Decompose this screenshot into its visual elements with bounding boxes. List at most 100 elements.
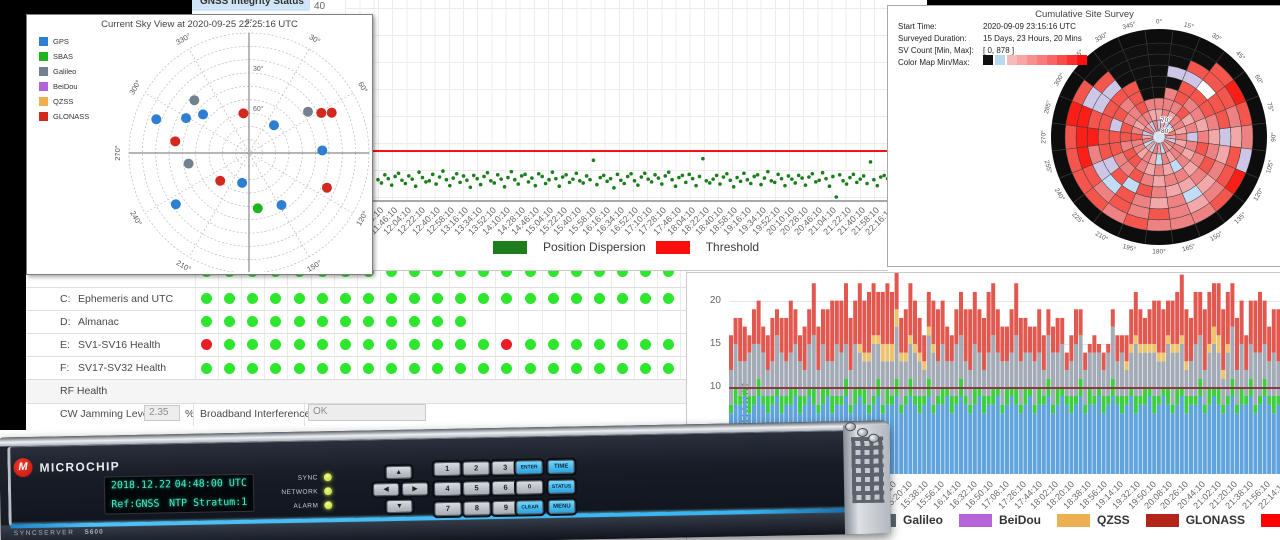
y-tick-label: 20 (709, 294, 721, 306)
digit-1-button[interactable]: 1 (433, 461, 461, 477)
survey-cell (1097, 128, 1110, 146)
status-dot-ok (339, 293, 351, 304)
bar-segment-glonass (954, 309, 959, 344)
table-column-line (518, 260, 520, 379)
bar-segment-sbas (1258, 395, 1262, 405)
menu-button[interactable]: MENU (548, 499, 576, 515)
bar-segment-galileo (926, 335, 931, 379)
bar-segment-sbas (798, 395, 802, 414)
digit-2-button[interactable]: 2 (462, 461, 490, 476)
0-button[interactable]: 0 (515, 480, 544, 495)
bar-segment-glonass (908, 283, 913, 336)
bar-segment-qzss (1161, 352, 1166, 362)
bar-segment-gps (977, 395, 982, 474)
bar-segment-glonass (779, 317, 784, 353)
digit-8-button[interactable]: 8 (463, 501, 491, 516)
bar-segment-gps (1087, 404, 1092, 474)
bar-segment-galileo (821, 343, 825, 388)
digit-4-button[interactable]: 4 (433, 481, 462, 497)
color-map-step (1007, 55, 1017, 65)
bar-segment-glonass (871, 283, 876, 336)
elevation-tick-label: 30° (253, 65, 264, 73)
enter-button[interactable]: ENTER (515, 460, 543, 475)
dispersion-point (666, 170, 671, 174)
bar-segment-galileo (779, 352, 784, 396)
bar-segment-glonass (899, 317, 904, 353)
bar-segment-galileo (1138, 352, 1143, 396)
survey-azimuth-label: 180° (1152, 248, 1166, 256)
bar-segment-glonass (848, 317, 853, 370)
bar-segment-sbas (917, 395, 922, 414)
dispersion-point (725, 171, 729, 176)
clear-button[interactable]: CLEAR (516, 500, 544, 515)
status-button[interactable]: STATUS (547, 479, 576, 495)
status-dot-ok (362, 293, 374, 304)
status-dot-ok (270, 339, 282, 350)
bar-segment-galileo (747, 352, 752, 396)
bar-segment-sbas (1074, 395, 1078, 405)
bar-segment-sbas (968, 404, 973, 414)
bar-segment-gps (1069, 413, 1074, 474)
survey-cell (1150, 75, 1168, 88)
bar-segment-gps (1060, 395, 1065, 474)
dispersion-point (649, 180, 654, 184)
bar-segment-glonass (949, 335, 954, 362)
dispersion-point (769, 179, 774, 183)
sky-legend-label: QZSS (53, 97, 74, 106)
status-dot-ok (201, 362, 213, 374)
bar-segment-galileo (917, 361, 922, 396)
cw-jamming-value-input[interactable]: 2.35 (144, 405, 180, 421)
dispersion-point (437, 175, 442, 179)
bar-segment-sbas (913, 395, 917, 405)
bar-segment-sbas (1120, 395, 1124, 414)
bar-segment-glonass (972, 291, 977, 344)
arrow-up-button[interactable]: ▲ (385, 465, 412, 480)
bar-segment-glonass (1018, 317, 1023, 362)
dispersion-point (612, 186, 616, 190)
dispersion-point (755, 173, 760, 177)
bar-segment-sbas (1175, 387, 1180, 405)
bar-segment-glonass (1138, 309, 1143, 344)
digit-7-button[interactable]: 7 (434, 501, 462, 517)
qzss-swatch (1057, 513, 1091, 527)
dispersion-point (701, 156, 705, 161)
dispersion-point (875, 183, 880, 188)
dispersion-point (660, 182, 664, 186)
dispersion-point (697, 174, 702, 179)
dispersion-point (403, 181, 408, 186)
site-survey-panel: Cumulative Site Survey Start Time: 2020-… (887, 5, 1280, 267)
arrow-right-button[interactable]: ▶ (401, 482, 429, 496)
bar-segment-sbas (830, 395, 835, 414)
gnss-integrity-status-header[interactable]: GNSS Integrity Status (192, 0, 310, 11)
bar-segment-galileo (977, 352, 982, 388)
bar-segment-galileo (1225, 352, 1230, 396)
beidou-swatch (39, 82, 48, 91)
bar-segment-galileo (1166, 343, 1170, 388)
bar-segment-glonass (940, 300, 945, 344)
dispersion-point (533, 183, 538, 188)
table-column-line (587, 260, 589, 379)
arrow-down-button[interactable]: ▼ (386, 499, 413, 514)
broadband-interference-value-input[interactable]: OK (308, 404, 426, 421)
legend-label: BeiDou (999, 513, 1042, 527)
bar-segment-gps (931, 413, 936, 474)
dispersion-point (803, 183, 808, 187)
status-dot-ok (224, 316, 236, 327)
bar-segment-sbas (733, 387, 738, 405)
dispersion-point (704, 179, 709, 183)
status-dot-ok (247, 316, 259, 327)
dispersion-point (868, 160, 873, 164)
bar-segment-galileo (857, 352, 862, 388)
survey-cell (1149, 197, 1169, 210)
color-map-step (1017, 55, 1027, 65)
dispersion-point (550, 170, 555, 174)
status-dot-ok (524, 362, 536, 374)
status-dot-ok (316, 293, 328, 304)
arrow-left-button[interactable]: ◀ (372, 482, 400, 497)
bar-segment-galileo (995, 352, 1000, 388)
bar-segment-gps (903, 404, 908, 474)
digit-5-button[interactable]: 5 (462, 481, 491, 496)
dispersion-point (478, 182, 483, 187)
bar-segment-gps (1028, 395, 1032, 474)
time-button[interactable]: TIME (547, 459, 575, 475)
